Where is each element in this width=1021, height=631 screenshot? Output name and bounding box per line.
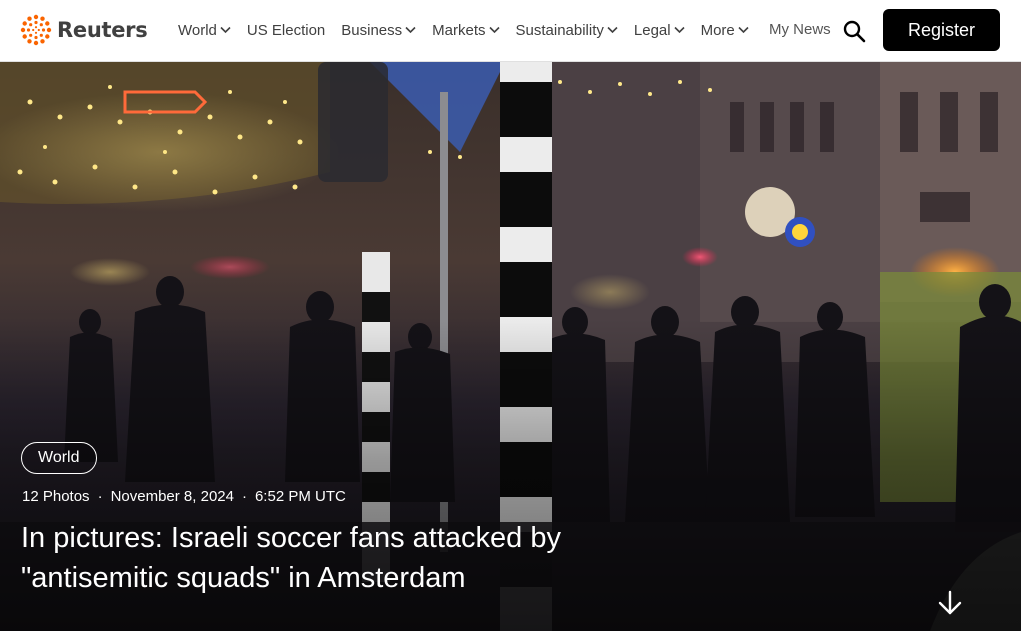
nav-item-label: Markets	[432, 21, 486, 39]
nav-item-label: US Election	[246, 21, 326, 39]
nav-item-label: More	[700, 21, 735, 39]
main-nav: World US Election Business Markets Susta…	[170, 18, 757, 42]
chevron-down-icon	[488, 26, 500, 34]
site-header: Reuters World US Election Business Marke…	[0, 0, 1021, 62]
nav-item-legal[interactable]: Legal	[634, 22, 685, 39]
meta-separator: ·	[241, 488, 247, 505]
arrow-down-icon[interactable]	[934, 587, 966, 619]
chevron-down-icon	[405, 26, 416, 34]
chevron-down-icon	[220, 26, 231, 34]
publish-date: November 8, 2024	[110, 488, 234, 505]
page-title: In pictures: Israeli soccer fans attacke…	[21, 522, 561, 594]
search-icon[interactable]	[842, 19, 866, 43]
reuters-logo[interactable]: Reuters	[20, 13, 148, 47]
hero-gallery[interactable]: World 12 Photos · November 8, 2024 · 6:5…	[0, 62, 1021, 631]
nav-item-world[interactable]: World	[178, 22, 231, 39]
nav-item-label: Sustainability	[515, 21, 604, 39]
nav-item-business[interactable]: Business	[341, 22, 416, 39]
register-button[interactable]: Register	[883, 9, 1000, 51]
nav-item-more[interactable]: More	[701, 22, 749, 39]
my-news-link[interactable]: My News	[769, 21, 831, 38]
chevron-down-icon	[738, 26, 749, 34]
chevron-down-icon	[607, 26, 618, 34]
nav-item-sustainability[interactable]: Sustainability	[516, 22, 618, 39]
chevron-down-icon	[674, 26, 685, 34]
nav-item-markets[interactable]: Markets	[432, 21, 500, 39]
gallery-meta: 12 Photos · November 8, 2024 · 6:52 PM U…	[22, 488, 346, 505]
nav-item-label: World	[178, 21, 217, 39]
publish-time: 6:52 PM UTC	[254, 488, 346, 505]
nav-item-label: Business	[341, 21, 403, 39]
brand-name: Reuters	[57, 18, 148, 42]
nav-item-label: Legal	[633, 21, 671, 39]
nav-item-us-election[interactable]: US Election	[247, 22, 325, 39]
photo-count: 12 Photos	[22, 488, 90, 505]
section-tag-world[interactable]: World	[21, 442, 97, 474]
meta-separator: ·	[97, 488, 103, 505]
reuters-logo-icon	[20, 14, 52, 46]
